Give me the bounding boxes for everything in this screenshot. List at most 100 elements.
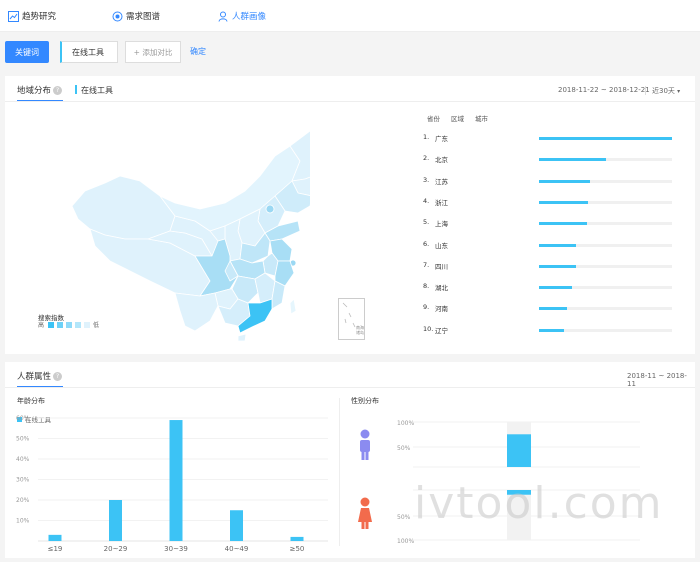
region-bar-track xyxy=(539,307,672,311)
nav-portrait-label: 人群画像 xyxy=(232,12,267,22)
region-rank: 2. xyxy=(423,154,430,163)
keyword-input[interactable]: 在线工具 xyxy=(60,41,118,63)
region-rank: 5. xyxy=(423,218,430,227)
series-legend-label: 在线工具 xyxy=(81,86,113,95)
gender-tick-top-100: 100% xyxy=(397,420,414,427)
gender-tick-bottom-100: 100% xyxy=(397,538,414,545)
region-bar-track xyxy=(539,179,672,183)
age-y-tick: 30% xyxy=(16,477,30,484)
age-y-tick: 50% xyxy=(16,436,30,443)
age-bar xyxy=(109,500,122,541)
legend-swatch-3 xyxy=(65,321,72,328)
series-legend: 在线工具 xyxy=(75,85,113,96)
panel-divider xyxy=(5,387,695,388)
tab-region-label: 地域分布 xyxy=(17,86,52,96)
region-bar xyxy=(539,179,590,183)
region-bar xyxy=(539,222,587,226)
region-bar-track xyxy=(539,286,672,290)
tab-region[interactable]: 地域分布? xyxy=(17,84,63,96)
map-region-hainan xyxy=(237,333,247,341)
region-bar-track xyxy=(539,328,672,332)
age-bar xyxy=(169,420,183,541)
demand-graph-icon xyxy=(112,11,123,21)
region-bar xyxy=(539,286,573,290)
region-bar-track xyxy=(539,158,672,162)
region-bar xyxy=(539,243,577,247)
region-name: 北京 xyxy=(435,156,448,165)
age-title: 年龄分布 xyxy=(17,397,45,405)
list-tab-area[interactable]: 区域 xyxy=(451,113,464,123)
audience-date-range: 2018-11 ~ 2018-11 xyxy=(627,372,687,388)
help-icon[interactable]: ? xyxy=(53,86,63,95)
age-bar xyxy=(230,510,243,541)
list-tab-province[interactable]: 省份 xyxy=(427,113,440,123)
nav-demand[interactable]: 需求图谱 xyxy=(112,10,160,22)
age-y-tick: 40% xyxy=(16,456,30,463)
caret-down-icon: ▾ xyxy=(677,88,681,95)
region-bar-track xyxy=(539,243,672,247)
series-legend-swatch xyxy=(75,85,77,94)
tab-audience[interactable]: 人群属性? xyxy=(17,370,63,382)
panel-divider xyxy=(5,101,695,102)
gender-female-track xyxy=(507,490,531,540)
region-rank: 7. xyxy=(423,260,430,269)
region-bar-track xyxy=(539,222,672,226)
female-icon xyxy=(358,497,372,529)
list-tab-city[interactable]: 城市 xyxy=(475,113,488,123)
china-map xyxy=(71,130,310,341)
inset-label: 南海诸岛 xyxy=(356,325,364,335)
age-y-tick: 10% xyxy=(16,518,30,525)
date-range: 2018-11-22 ~ 2018-12-21 xyxy=(558,86,650,94)
confirm-button[interactable]: 确定 xyxy=(190,46,206,57)
gender-tick-top-50: 50% xyxy=(397,445,411,452)
male-icon xyxy=(360,429,370,460)
gender-female-bar xyxy=(507,490,531,495)
region-rank: 3. xyxy=(423,175,430,184)
age-x-label: 20~29 xyxy=(104,545,128,553)
nav-demand-label: 需求图谱 xyxy=(126,12,161,22)
region-bar-track xyxy=(539,200,672,204)
region-row: 7. 四川 xyxy=(423,260,678,272)
nav-trend-label: 趋势研究 xyxy=(22,12,57,22)
region-rank: 6. xyxy=(423,239,430,248)
map-region-xinjiang xyxy=(71,175,176,240)
region-bar xyxy=(539,307,567,311)
region-row: 4. 浙江 xyxy=(423,196,678,208)
keyword-button[interactable]: 关键词 xyxy=(5,41,49,63)
region-rank: 1. xyxy=(423,133,430,141)
nav-trend[interactable]: 趋势研究 xyxy=(8,10,56,22)
age-x-label: 30~39 xyxy=(164,545,188,553)
section-divider xyxy=(339,398,340,546)
map-legend-low: 低 xyxy=(93,322,100,329)
region-name: 江苏 xyxy=(435,177,448,186)
region-row: 6. 山东 xyxy=(423,239,678,251)
top-nav: 趋势研究 需求图谱 人群画像 xyxy=(0,0,700,32)
user-portrait-icon xyxy=(218,11,228,22)
age-x-label: ≥50 xyxy=(290,545,305,553)
region-name: 河南 xyxy=(435,305,448,314)
age-x-label: ≤19 xyxy=(48,545,63,553)
region-bar xyxy=(539,158,606,162)
range-select[interactable]: 近30天 ▾ xyxy=(645,86,680,96)
region-name: 山东 xyxy=(435,241,448,250)
map-legend: 高 低 xyxy=(38,320,99,329)
audience-panel: 人群属性? 2018-11 ~ 2018-11 年龄分布 在线工具 60% 50%… xyxy=(5,362,695,558)
trend-chart-icon xyxy=(8,10,19,22)
region-panel: 地域分布? 在线工具 2018-11-22 ~ 2018-12-21 近30天 … xyxy=(5,76,695,354)
help-icon[interactable]: ? xyxy=(53,372,63,381)
region-bar xyxy=(539,137,672,140)
age-bar xyxy=(290,536,304,541)
region-row: 3. 江苏 xyxy=(423,175,678,187)
region-bar xyxy=(539,264,577,268)
south-china-sea-inset: 南海诸岛 xyxy=(338,298,365,340)
region-bar xyxy=(539,200,589,204)
region-bar-track xyxy=(539,264,672,268)
add-compare-button[interactable]: + 添加对比 xyxy=(125,41,181,63)
region-row: 9. 河南 xyxy=(423,302,678,314)
tab-audience-label: 人群属性 xyxy=(17,372,52,382)
age-bar xyxy=(48,534,62,541)
nav-portrait[interactable]: 人群画像 xyxy=(218,10,266,22)
map-region-fujian xyxy=(271,280,286,310)
map-legend-high: 高 xyxy=(38,322,45,329)
map-region-beijing xyxy=(265,204,275,214)
